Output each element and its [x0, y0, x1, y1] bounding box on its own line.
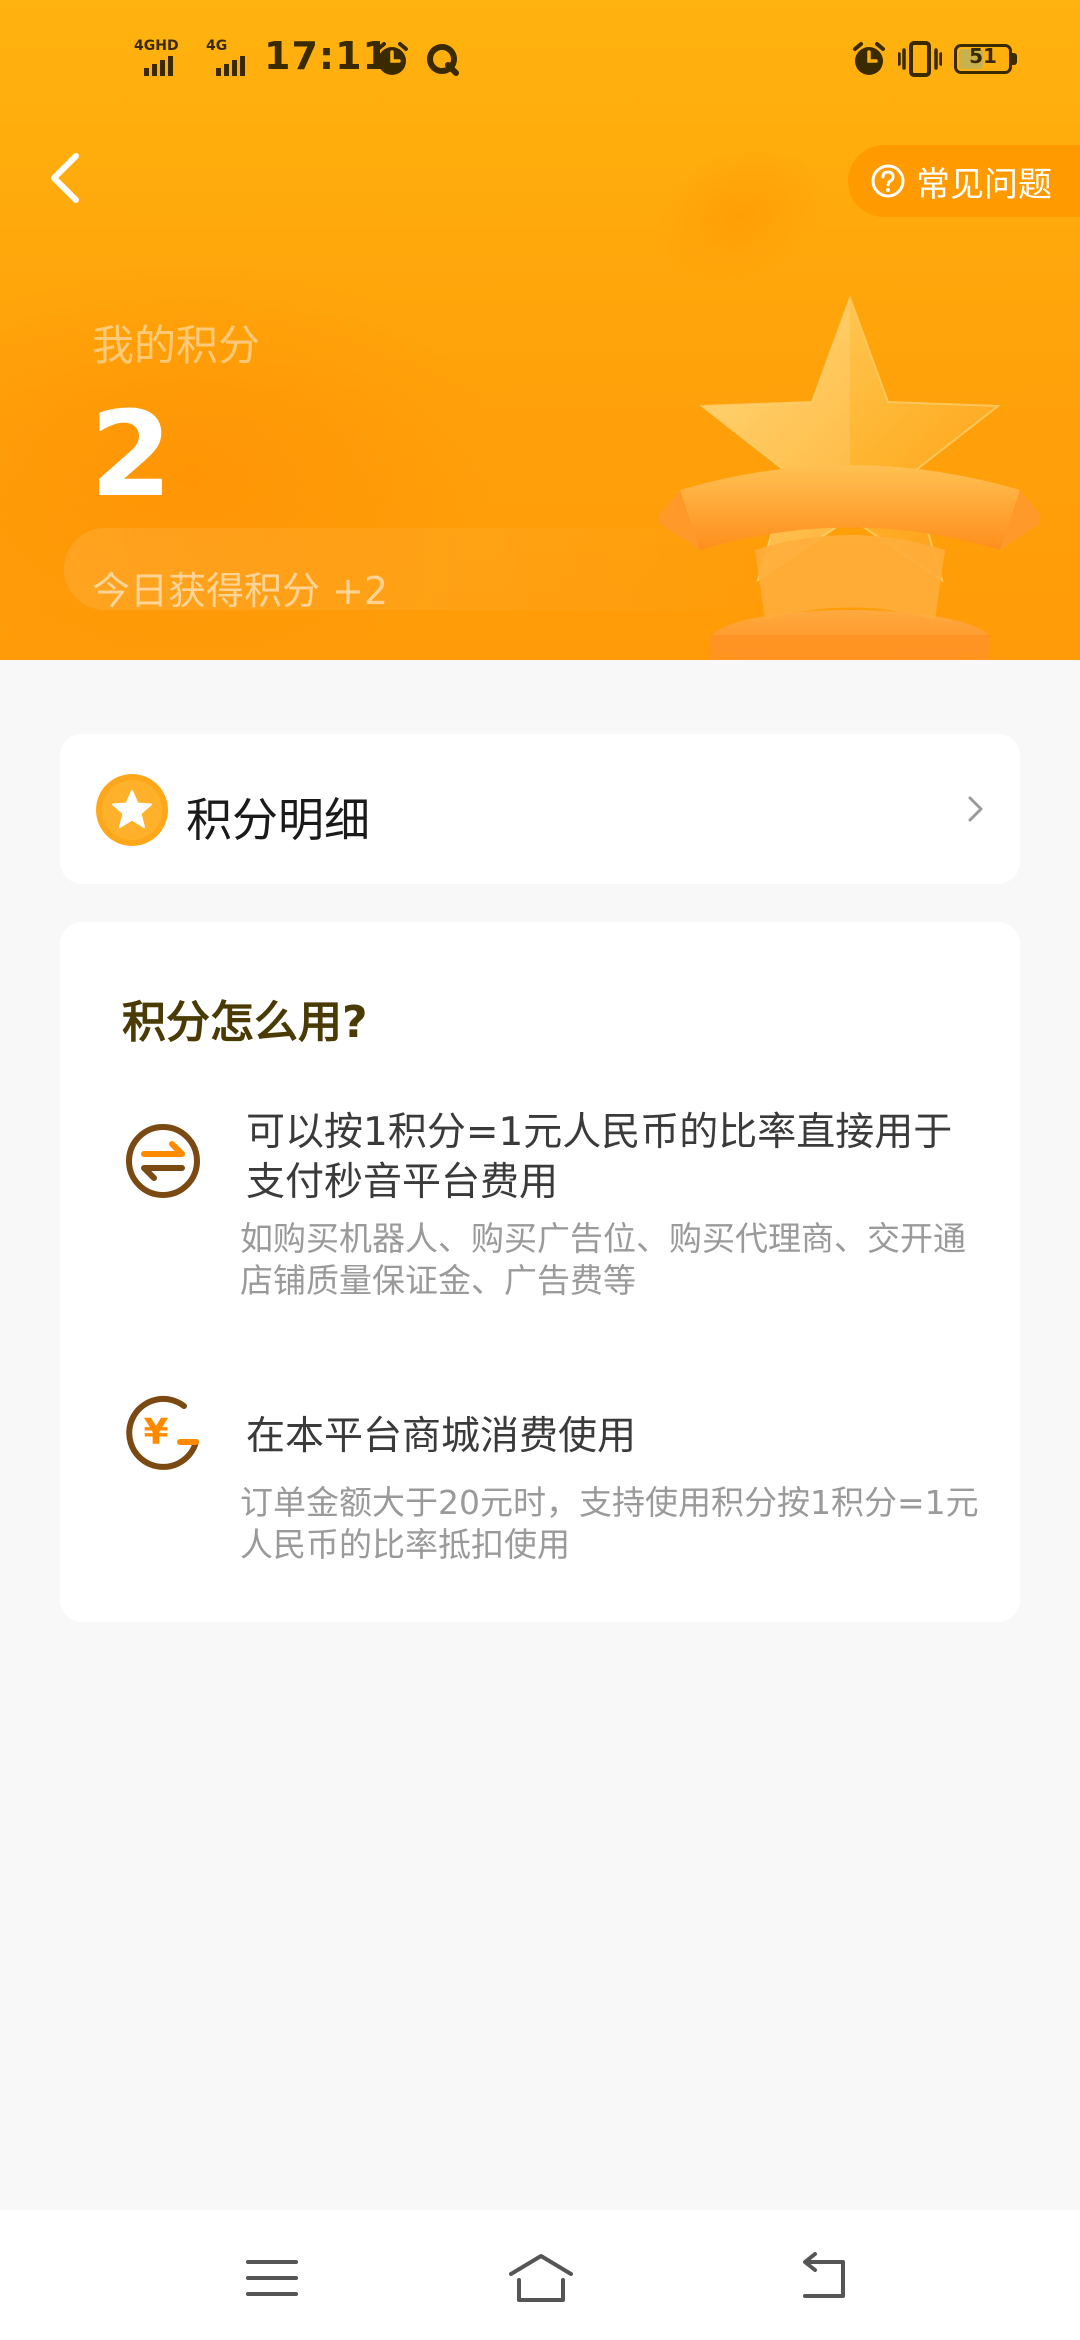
points-detail-label: 积分明细	[186, 793, 370, 847]
points-usage-card: 积分怎么用? 可以按1积分=1元人民币的比率直接用于支付秒音平台费用 如购买机器…	[60, 922, 1020, 1622]
back-icon[interactable]	[793, 2250, 853, 2306]
alarm-icon	[853, 42, 885, 75]
decor-blob	[630, 118, 850, 312]
usage-title: 积分怎么用?	[122, 997, 368, 1048]
yuan-coin-icon: ¥	[126, 1395, 199, 1470]
faq-button[interactable]: 常见问题	[848, 145, 1080, 217]
signal-icon: 4GHD	[134, 38, 190, 78]
star-icon	[96, 774, 168, 846]
question-circle-icon	[871, 164, 905, 198]
signal-icon: 4G	[206, 38, 262, 78]
usage-item-sub: 如购买机器人、购买广告位、购买代理商、交开通店铺质量保证金、广告费等	[240, 1219, 966, 1300]
system-nav-bar	[0, 2210, 1080, 2340]
alarm-icon	[376, 42, 408, 75]
battery-level: 51	[969, 44, 997, 68]
today-points-text: 今日获得积分 +2	[92, 569, 389, 613]
exchange-icon	[126, 1124, 200, 1198]
back-arrow-icon[interactable]	[40, 146, 96, 210]
signal-group: 4GHD 4G	[134, 38, 262, 78]
usage-item-sub: 订单金额大于20元时，支持使用积分按1积分=1元人民币的比率抵扣使用	[240, 1483, 979, 1564]
status-time: 17:11	[264, 34, 390, 78]
status-bar: 4GHD 4G 17:11 51	[0, 0, 1080, 120]
chevron-right-icon	[968, 796, 983, 822]
usage-item-main: 在本平台商城消费使用	[246, 1414, 637, 1459]
star-trophy-icon	[660, 295, 1040, 660]
svg-text:¥: ¥	[143, 1412, 168, 1453]
usage-item-main: 可以按1积分=1元人民币的比率直接用于支付秒音平台费用	[246, 1110, 953, 1205]
battery-icon: 51	[954, 44, 1012, 74]
points-title: 我的积分	[92, 321, 261, 370]
menu-icon[interactable]	[242, 2250, 302, 2306]
points-value: 2	[90, 385, 173, 523]
network-label: 4GHD	[134, 38, 179, 54]
home-icon[interactable]	[505, 2250, 577, 2306]
app-notification-icon	[427, 44, 459, 76]
faq-label: 常见问题	[916, 164, 1052, 205]
points-detail-row[interactable]: 积分明细	[60, 734, 1020, 884]
points-header: 4GHD 4G 17:11 51 常见问题 我的积分 2 今日获得积分 +2	[0, 0, 1080, 660]
battery-cap	[1012, 53, 1017, 65]
vibrate-icon	[898, 41, 942, 77]
network-label: 4G	[206, 38, 228, 54]
